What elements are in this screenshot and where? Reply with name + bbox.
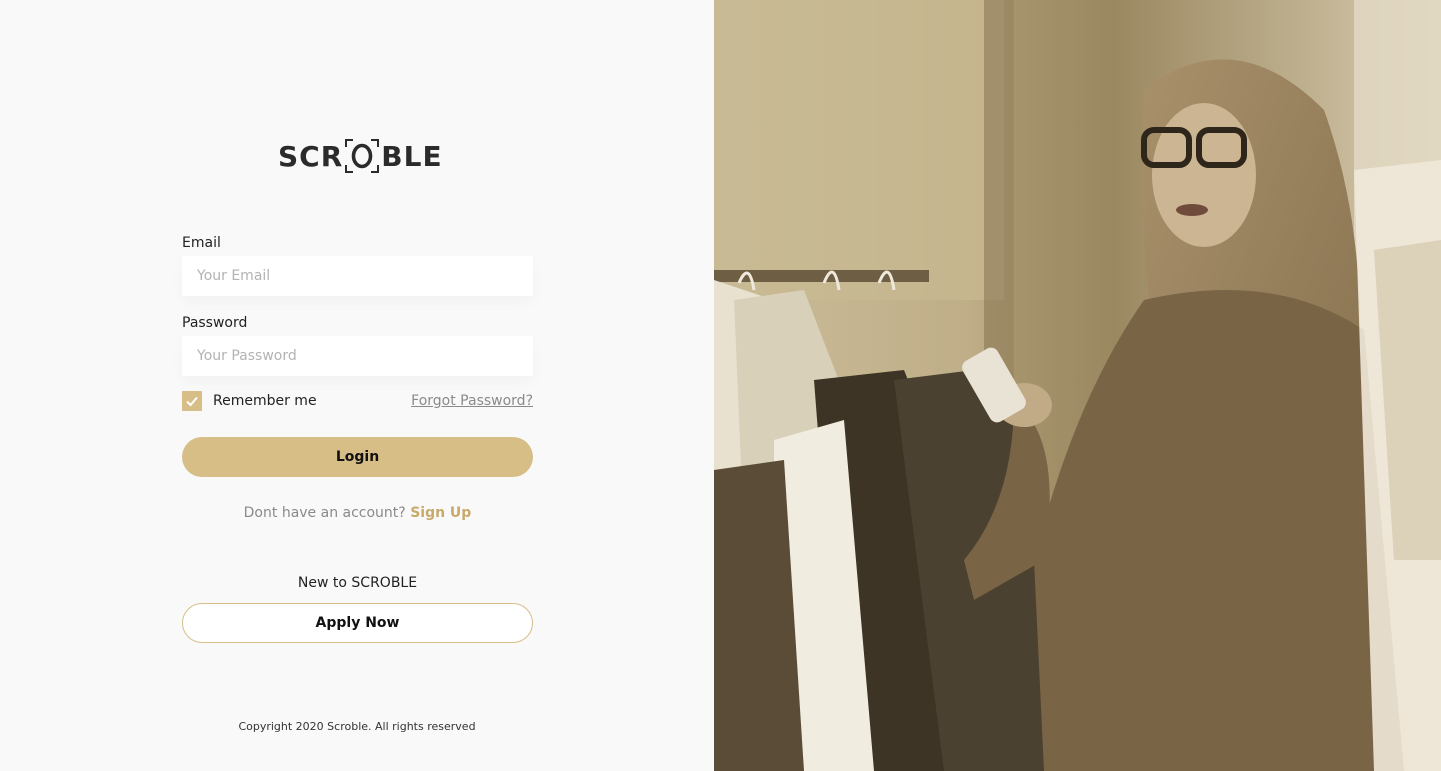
remember-row: Remember me Forgot Password? — [182, 390, 533, 412]
logo-text-right: BLE — [381, 139, 443, 173]
logo-text-left: SCR — [278, 139, 344, 173]
scanner-frame-o-icon — [344, 138, 380, 174]
login-button[interactable]: Login — [182, 437, 533, 477]
login-page: SCR BLE Email Password — [0, 0, 1441, 771]
password-field[interactable] — [182, 336, 533, 376]
forgot-password-link[interactable]: Forgot Password? — [411, 393, 533, 409]
check-icon — [186, 396, 198, 407]
email-field[interactable] — [182, 256, 533, 296]
brand-logo: SCR BLE — [278, 136, 443, 176]
new-to-heading: New to SCROBLE — [297, 575, 418, 591]
copyright-text: Copyright 2020 Scroble. All rights reser… — [238, 720, 476, 733]
login-panel: SCR BLE Email Password — [0, 0, 714, 771]
remember-me-toggle[interactable]: Remember me — [182, 391, 317, 411]
signup-link[interactable]: Sign Up — [410, 505, 471, 521]
signup-row: Dont have an account? Sign Up — [182, 503, 533, 523]
remember-me-checkbox[interactable] — [182, 391, 202, 411]
remember-me-label: Remember me — [213, 393, 317, 409]
signup-prompt: Dont have an account? — [243, 505, 406, 521]
apply-now-button[interactable]: Apply Now — [182, 603, 533, 643]
email-label: Email — [182, 235, 221, 251]
login-form: Email Password Remember me Forgot Passwo… — [182, 230, 533, 643]
password-label: Password — [182, 315, 248, 331]
hero-photo — [714, 0, 1441, 771]
